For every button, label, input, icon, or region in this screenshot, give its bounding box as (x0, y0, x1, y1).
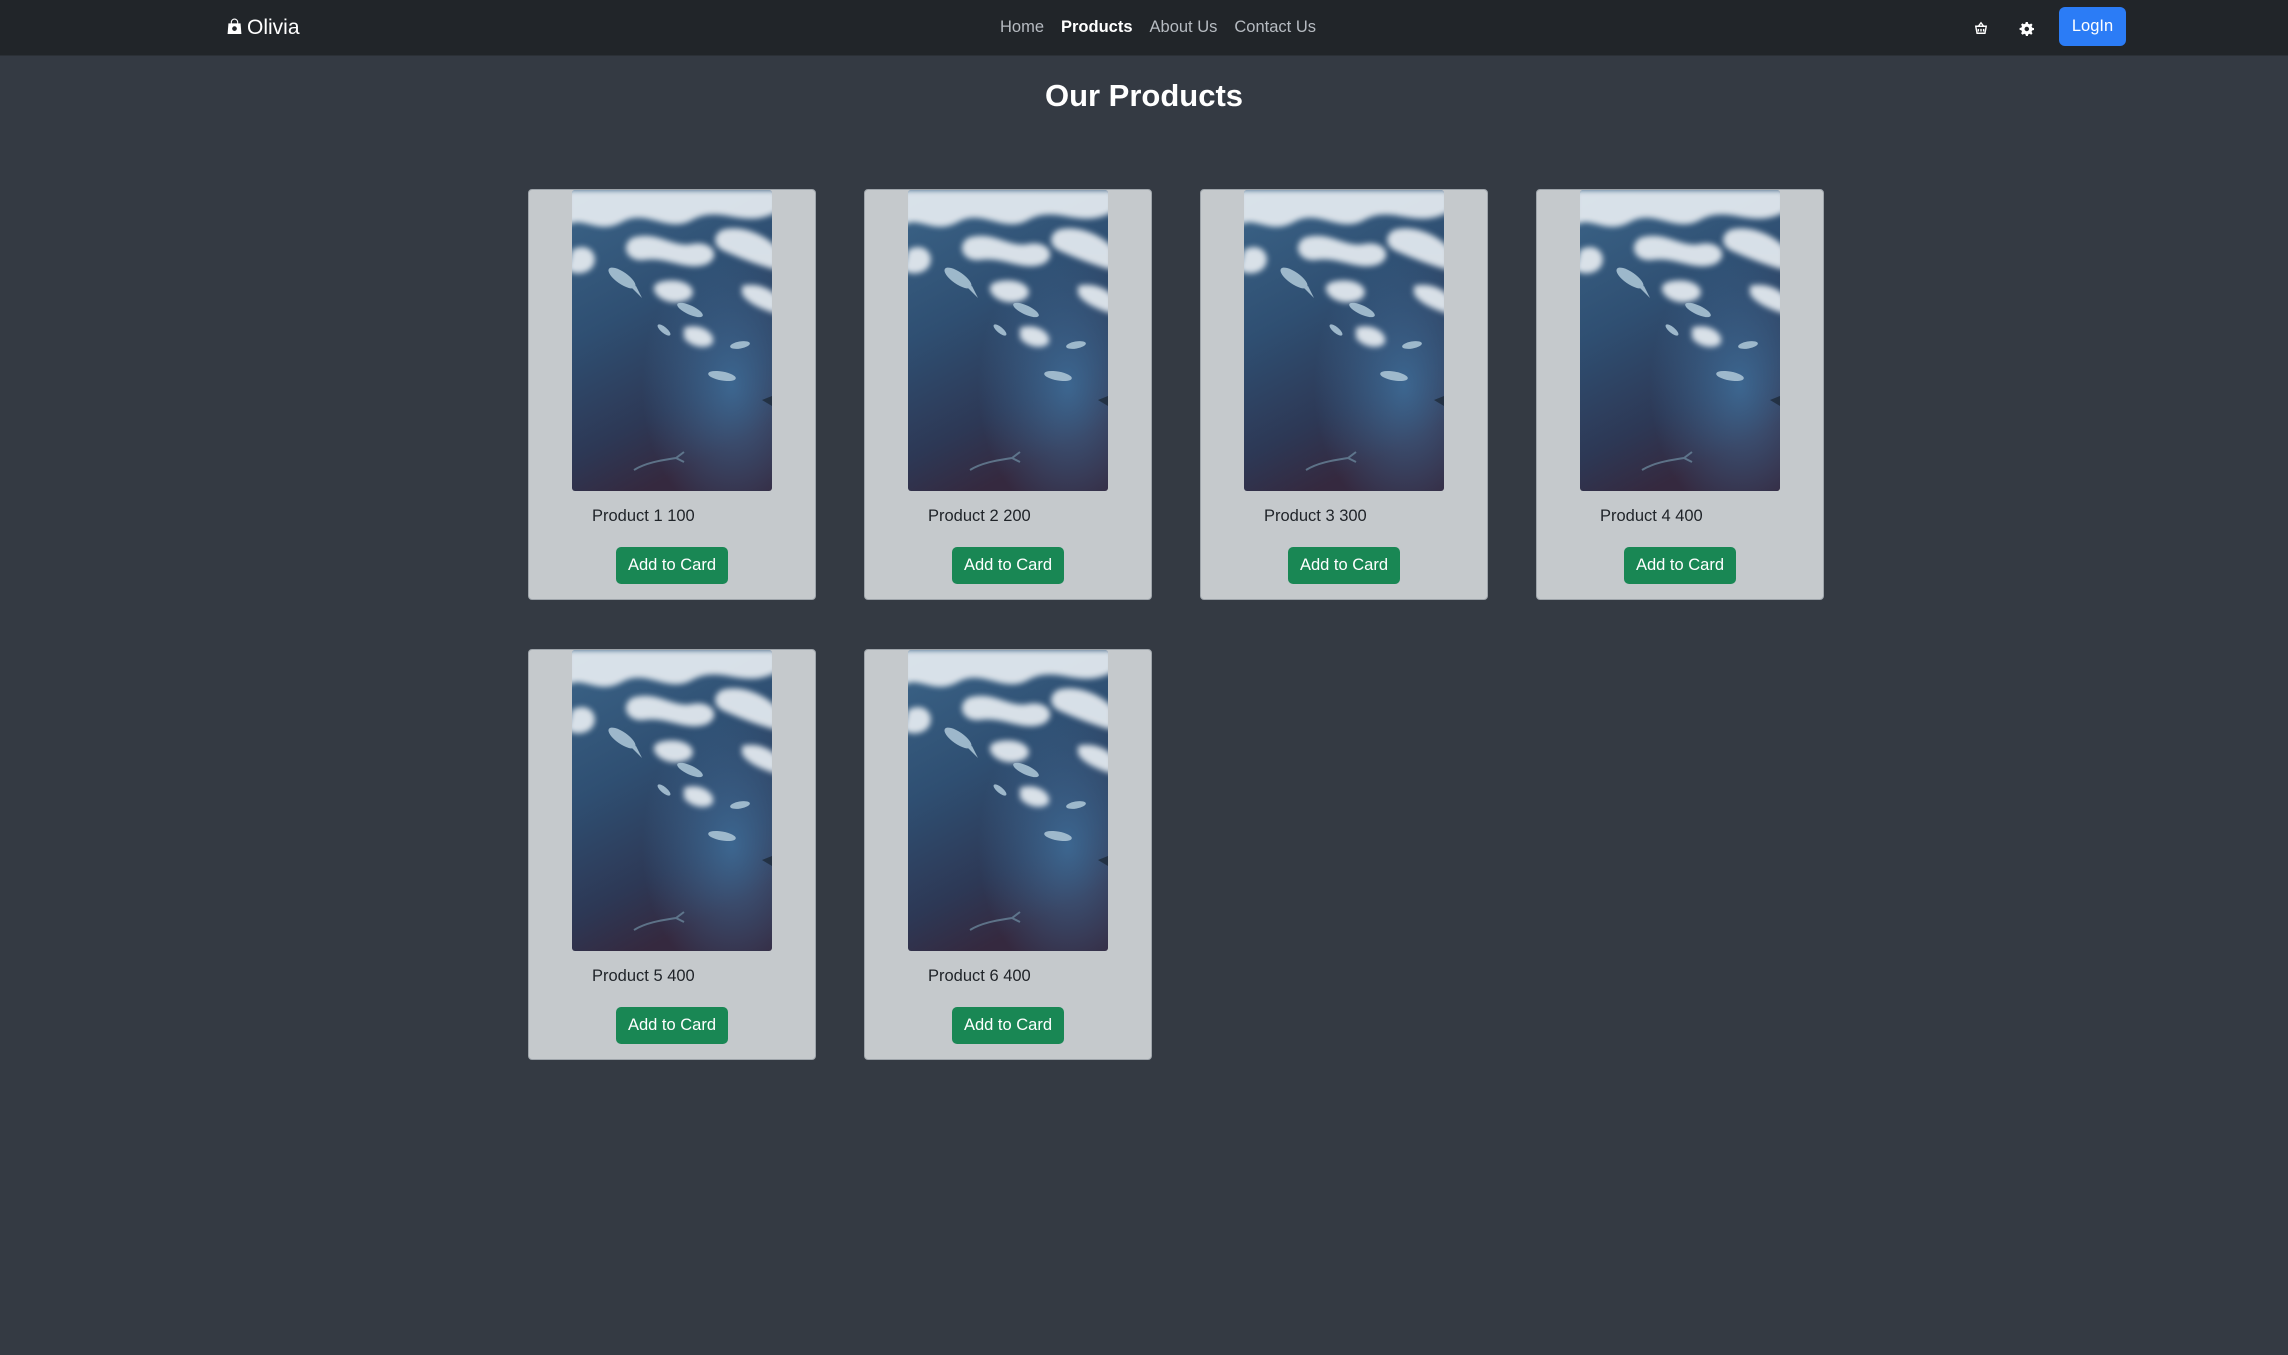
product-image (572, 190, 772, 491)
product-card: Product 3 300 Add to Card (1200, 189, 1488, 600)
product-title-price: Product 2 200 (928, 507, 1031, 525)
product-image (1244, 190, 1444, 491)
product-card: Product 2 200 Add to Card (864, 189, 1152, 600)
product-image (908, 190, 1108, 491)
top-navbar: Olivia Home Products About Us Contact Us… (0, 0, 2288, 56)
product-title-price: Product 6 400 (928, 967, 1031, 985)
nav-link-contact-us[interactable]: Contact Us (1234, 18, 1316, 37)
product-image (908, 650, 1108, 951)
product-image (572, 650, 772, 951)
nav-link-products[interactable]: Products (1061, 18, 1133, 37)
add-to-card-button[interactable]: Add to Card (952, 547, 1064, 584)
add-to-card-button[interactable]: Add to Card (1624, 547, 1736, 584)
product-grid: Product 1 100 Add to Card Product 2 200 … (528, 189, 1824, 1060)
product-image (1580, 190, 1780, 491)
product-title-price: Product 4 400 (1600, 507, 1703, 525)
product-card: Product 6 400 Add to Card (864, 649, 1152, 1060)
nav-link-home[interactable]: Home (1000, 18, 1044, 37)
product-title-price: Product 1 100 (592, 507, 695, 525)
product-card: Product 1 100 Add to Card (528, 189, 816, 600)
add-to-card-button[interactable]: Add to Card (616, 1007, 728, 1044)
nav-link-about-us[interactable]: About Us (1150, 18, 1218, 37)
add-to-card-button[interactable]: Add to Card (616, 547, 728, 584)
main-nav: Home Products About Us Contact Us (0, 0, 2288, 55)
cart-icon[interactable] (1971, 18, 1991, 38)
page-title: Our Products (1044, 78, 1244, 113)
add-to-card-button[interactable]: Add to Card (952, 1007, 1064, 1044)
product-card: Product 5 400 Add to Card (528, 649, 816, 1060)
product-title-price: Product 3 300 (1264, 507, 1367, 525)
product-title-price: Product 5 400 (592, 967, 695, 985)
add-to-card-button[interactable]: Add to Card (1288, 547, 1400, 584)
product-card: Product 4 400 Add to Card (1536, 189, 1824, 600)
gear-icon[interactable] (2016, 18, 2036, 38)
login-button[interactable]: LogIn (2059, 7, 2126, 46)
